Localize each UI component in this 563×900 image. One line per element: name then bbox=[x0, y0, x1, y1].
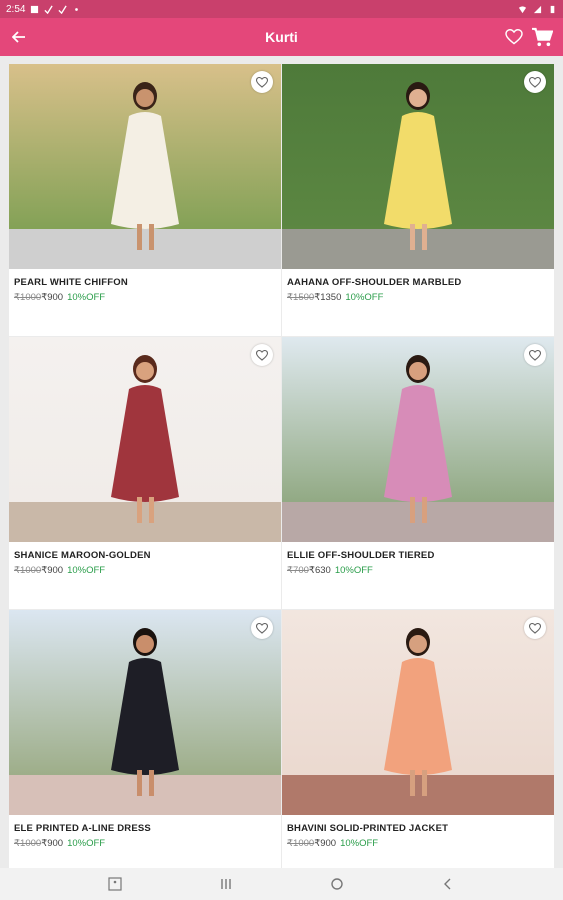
sale-price: ₹900 bbox=[314, 838, 337, 849]
accessibility-icon bbox=[108, 877, 122, 891]
dot-icon bbox=[75, 7, 79, 11]
wishlist-toggle[interactable] bbox=[251, 617, 273, 639]
system-nav-bar bbox=[0, 868, 563, 900]
recents-button[interactable] bbox=[218, 876, 234, 892]
discount-label: 10%OFF bbox=[67, 838, 106, 849]
recents-icon bbox=[221, 879, 231, 889]
wishlist-toggle[interactable] bbox=[251, 344, 273, 366]
product-card[interactable]: AAHANA OFF-SHOULDER MARBLED ₹1500₹1350 10%… bbox=[282, 64, 554, 336]
discount-label: 10%OFF bbox=[334, 565, 373, 576]
accessibility-button[interactable] bbox=[107, 876, 123, 892]
wifi-icon bbox=[518, 5, 527, 13]
product-price: ₹700₹630 10%OFF bbox=[287, 565, 554, 576]
wishlist-button[interactable] bbox=[505, 29, 523, 45]
chevron-left-icon bbox=[443, 878, 451, 890]
discount-label: 10%OFF bbox=[67, 292, 106, 303]
back-nav-button[interactable] bbox=[440, 876, 456, 892]
original-price: ₹1500 bbox=[287, 292, 315, 303]
heart-icon bbox=[529, 76, 541, 88]
arrow-left-icon bbox=[12, 31, 25, 43]
wishlist-toggle[interactable] bbox=[524, 71, 546, 93]
heart-icon bbox=[529, 622, 541, 634]
sale-price: ₹900 bbox=[41, 292, 64, 303]
product-image[interactable] bbox=[9, 610, 281, 815]
check-icon bbox=[44, 5, 54, 14]
product-name: ELLIE OFF-SHOULDER TIERED bbox=[287, 550, 435, 561]
sale-price: ₹900 bbox=[41, 838, 64, 849]
product-price: ₹1000₹900 10%OFF bbox=[14, 838, 281, 849]
app-bar: Kurti bbox=[0, 18, 563, 56]
product-card[interactable]: SHANICE MAROON-GOLDEN ₹1000₹900 10%OFF bbox=[9, 337, 281, 609]
heart-icon bbox=[256, 349, 268, 361]
wishlist-toggle[interactable] bbox=[524, 344, 546, 366]
product-price: ₹1000₹900 10%OFF bbox=[287, 838, 554, 849]
discount-label: 10%OFF bbox=[345, 292, 384, 303]
back-button[interactable] bbox=[0, 18, 38, 56]
product-name: PEARL WHITE CHIFFON bbox=[14, 277, 128, 288]
page-title: Kurti bbox=[265, 29, 298, 45]
cart-button[interactable] bbox=[531, 27, 553, 47]
discount-label: 10%OFF bbox=[340, 838, 379, 849]
heart-icon bbox=[256, 76, 268, 88]
battery-icon bbox=[550, 5, 555, 13]
sale-price: ₹900 bbox=[41, 565, 64, 576]
product-name: SHANICE MAROON-GOLDEN bbox=[14, 550, 151, 561]
signal-icon bbox=[533, 5, 542, 13]
heart-icon bbox=[529, 349, 541, 361]
wishlist-toggle[interactable] bbox=[251, 71, 273, 93]
heart-icon bbox=[256, 622, 268, 634]
product-price: ₹1000₹900 10%OFF bbox=[14, 565, 281, 576]
product-name: BHAVINI SOLID-PRINTED JACKET bbox=[287, 823, 449, 834]
status-time: 2:54 bbox=[6, 3, 26, 15]
discount-label: 10%OFF bbox=[67, 565, 106, 576]
original-price: ₹1000 bbox=[14, 292, 42, 303]
product-price: ₹1000₹900 10%OFF bbox=[14, 292, 281, 303]
product-name: AAHANA OFF-SHOULDER MARBLED bbox=[287, 277, 462, 288]
status-bar: 2:54 bbox=[0, 0, 563, 18]
original-price: ₹1000 bbox=[287, 838, 315, 849]
sale-price: ₹1350 bbox=[314, 292, 342, 303]
product-card[interactable]: PEARL WHITE CHIFFON ₹1000₹900 10%OFF bbox=[9, 64, 281, 336]
product-image[interactable] bbox=[9, 64, 281, 269]
original-price: ₹700 bbox=[287, 565, 309, 576]
original-price: ₹1000 bbox=[14, 838, 42, 849]
wishlist-toggle[interactable] bbox=[524, 617, 546, 639]
product-image[interactable] bbox=[282, 64, 554, 269]
original-price: ₹1000 bbox=[14, 565, 42, 576]
product-card[interactable]: BHAVINI SOLID-PRINTED JACKET ₹1000₹900 10%… bbox=[282, 610, 554, 882]
product-image[interactable] bbox=[282, 610, 554, 815]
product-card[interactable]: ELE PRINTED A-LINE DRESS ₹1000₹900 10%OFF bbox=[9, 610, 281, 882]
home-icon bbox=[331, 878, 343, 890]
check-icon bbox=[58, 5, 68, 14]
gallery-icon bbox=[31, 5, 39, 13]
product-image[interactable] bbox=[282, 337, 554, 542]
product-name: ELE PRINTED A-LINE DRESS bbox=[14, 823, 151, 834]
home-button[interactable] bbox=[329, 876, 345, 892]
product-grid: PEARL WHITE CHIFFON ₹1000₹900 10%OFF AAHANA… bbox=[9, 64, 554, 882]
product-price: ₹1500₹1350 10%OFF bbox=[287, 292, 554, 303]
product-card[interactable]: ELLIE OFF-SHOULDER TIERED ₹700₹630 10%OFF bbox=[282, 337, 554, 609]
sale-price: ₹630 bbox=[308, 565, 331, 576]
product-image[interactable] bbox=[9, 337, 281, 542]
